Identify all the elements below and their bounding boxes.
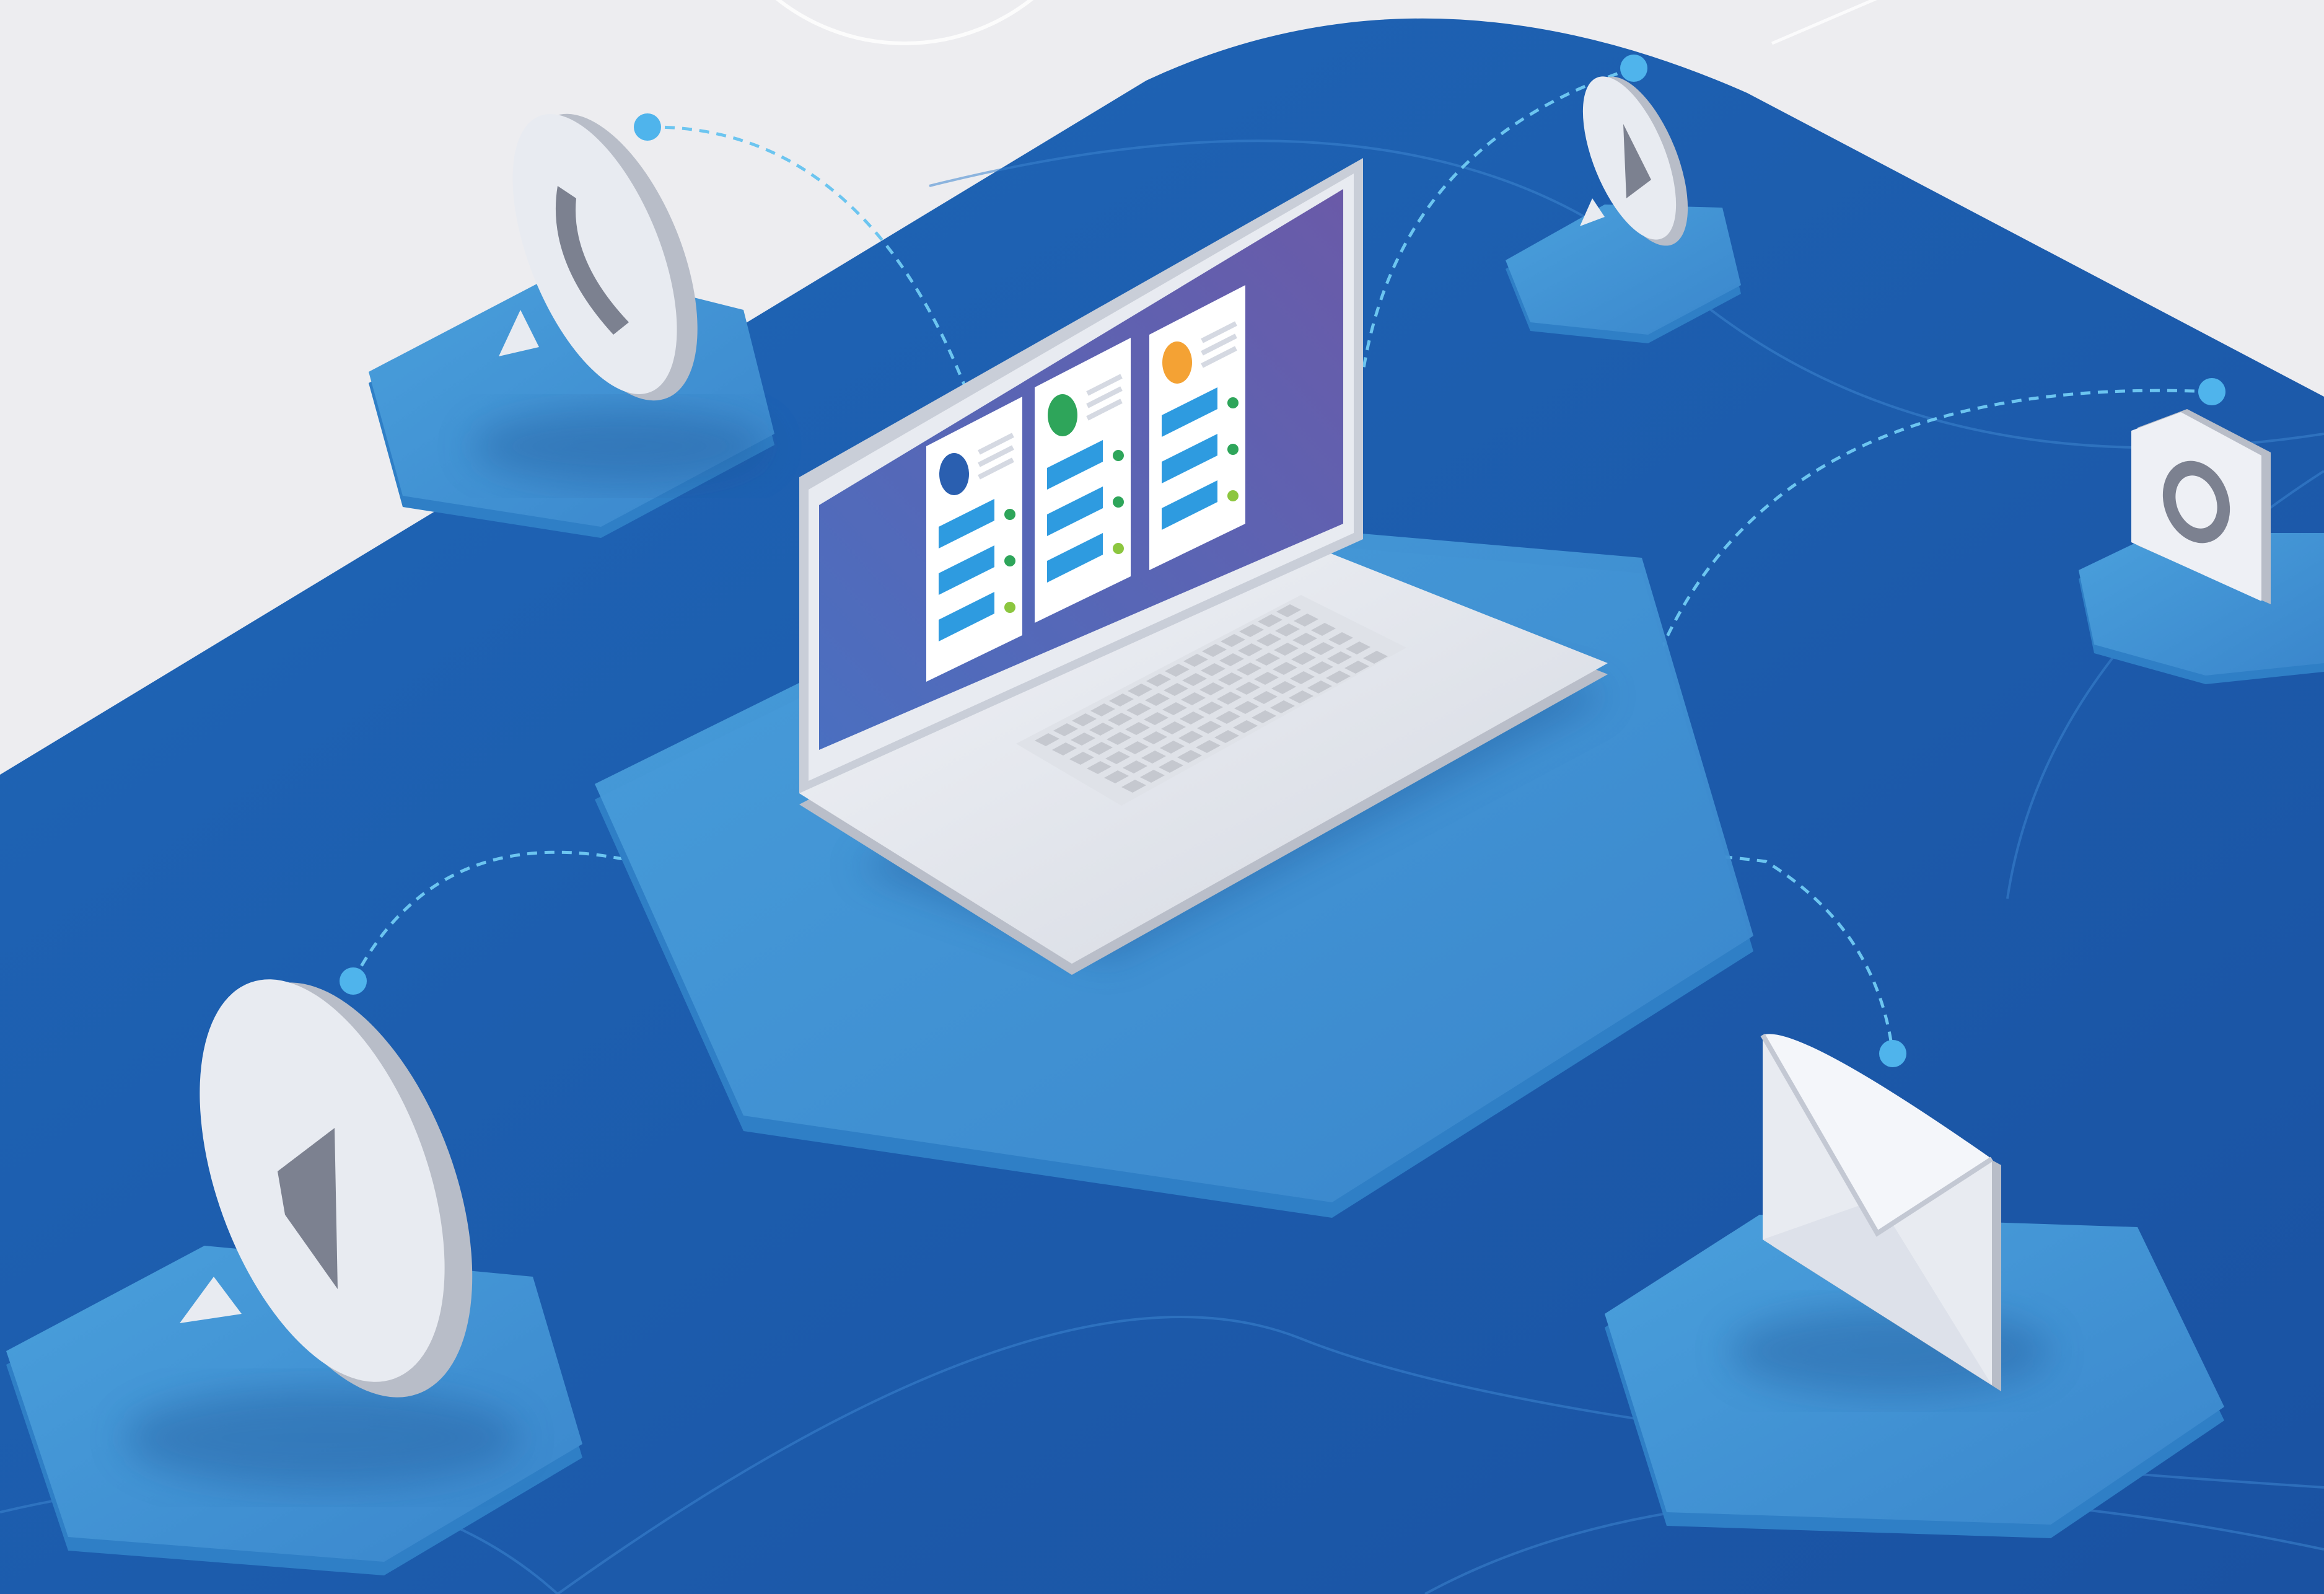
avatar <box>1048 394 1077 436</box>
avatar <box>1162 341 1192 384</box>
profile-card <box>926 397 1022 682</box>
profile-card <box>1035 338 1131 623</box>
profile-card <box>1149 285 1245 570</box>
avatar <box>939 453 969 495</box>
isometric-illustration <box>0 0 2324 1594</box>
